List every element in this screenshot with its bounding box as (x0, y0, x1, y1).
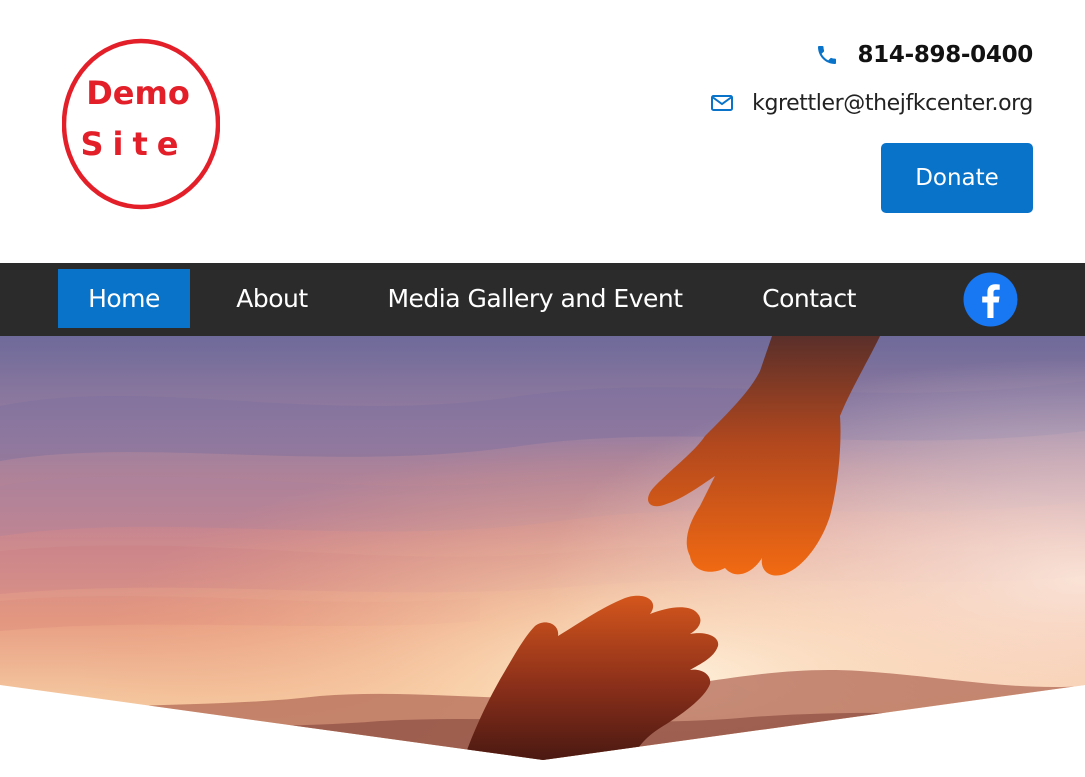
facebook-button[interactable] (963, 272, 1018, 327)
nav-item-home[interactable]: Home (58, 269, 190, 328)
logo-text-demo: Demo (86, 74, 190, 112)
nav-item-contact[interactable]: Contact (744, 269, 874, 328)
nav-item-media-gallery[interactable]: Media Gallery and Event (366, 269, 704, 328)
page: Demo Site 814-898-0400 kgrettler@thejfkc… (0, 0, 1085, 777)
logo-text-site: Site (80, 125, 187, 163)
phone-number: 814-898-0400 (857, 42, 1033, 68)
site-logo[interactable]: Demo Site (62, 38, 220, 210)
envelope-icon (711, 95, 734, 111)
main-navigation: Home About Media Gallery and Event Conta… (0, 263, 1085, 336)
donate-button[interactable]: Donate (881, 143, 1033, 213)
header-email[interactable]: kgrettler@thejfkcenter.org (710, 86, 1033, 120)
nav-item-about[interactable]: About (216, 269, 328, 328)
email-address: kgrettler@thejfkcenter.org (752, 90, 1033, 116)
hero-image (0, 336, 1085, 777)
header-phone[interactable]: 814-898-0400 (815, 38, 1033, 72)
facebook-icon (963, 272, 1018, 327)
phone-icon (818, 46, 837, 64)
